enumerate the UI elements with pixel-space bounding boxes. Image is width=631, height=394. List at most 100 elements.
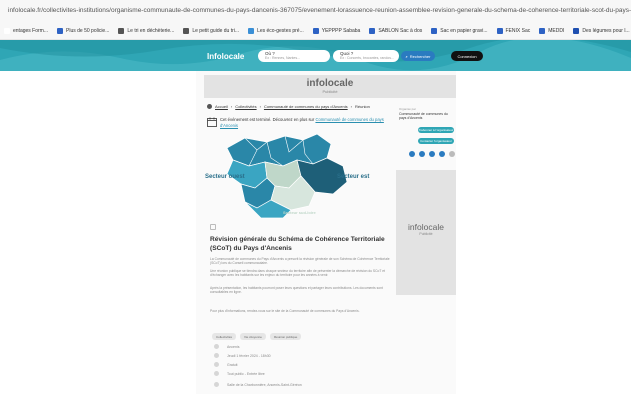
info-date-text: Jeudi 1 février 2024 - 18h30	[227, 353, 271, 358]
bookmark-item[interactable]: MEDDI	[539, 27, 565, 34]
info-venue-text: Salle de la Charbonnière, Ancenis-Saint-…	[227, 382, 302, 387]
what-field[interactable]: Quoi ? Ex : Concerts, brocantes, randos.…	[333, 50, 399, 62]
search-button[interactable]: ⌕ Rechercher	[401, 51, 435, 61]
email-icon[interactable]	[439, 151, 445, 157]
site-logo[interactable]: Infolocale	[207, 52, 244, 61]
bookmark-favicon-icon	[57, 27, 64, 34]
ad-sub: Publicité	[322, 89, 338, 94]
where-field[interactable]: Où ? Ex : Rennes, Nantes...	[258, 50, 330, 62]
breadcrumb-category[interactable]: Collectivités	[235, 104, 256, 109]
search-icon: ⌕	[405, 53, 408, 59]
audience-icon	[214, 371, 219, 376]
info-location-text: Ancenis	[227, 344, 240, 349]
clock-icon	[214, 353, 219, 358]
bookmark-label: SABLON Sac à dos	[378, 27, 423, 34]
event-title: Révision générale du Schéma de Cohérence…	[210, 236, 385, 252]
location-icon	[214, 344, 219, 349]
ad-brand: infolocale	[306, 78, 354, 89]
bookmark-item[interactable]: Le tri en déchèterie...	[118, 27, 175, 34]
breadcrumb-org[interactable]: Communauté de communes du pays d'Ancenis	[264, 104, 348, 109]
notice-text: Cet événement est terminé. Découvrez en …	[220, 117, 316, 122]
article-paragraph: La Communauté de communes du Pays d'Ance…	[210, 257, 390, 266]
linkedin-icon[interactable]	[429, 151, 435, 157]
bookmark-label: YEPPPP Sababa	[321, 27, 361, 34]
tag[interactable]: Collectivités	[212, 333, 237, 340]
share-buttons	[409, 151, 459, 157]
article-paragraph: Après la présentation, les habitants pou…	[210, 286, 383, 295]
print-icon[interactable]	[449, 151, 455, 157]
article-paragraph: Une réunion publique se tiendra dans cha…	[210, 269, 385, 278]
info-audience-text: Tout public - Entrée libre	[227, 371, 265, 376]
bookmark-label: Les éco-gestes pré...	[257, 27, 304, 34]
info-location: Ancenis	[214, 344, 239, 349]
bookmark-label: Sac en papier gravi...	[440, 27, 488, 34]
facebook-icon[interactable]	[409, 151, 415, 157]
bookmark-item[interactable]: Sac en papier gravi...	[431, 27, 488, 34]
bookmark-favicon-icon	[248, 27, 255, 34]
calendar-icon	[207, 117, 217, 127]
organizer-info[interactable]: Organisé par Communauté de communes du p…	[399, 107, 453, 121]
info-venue: Salle de la Charbonnière, Ancenis-Saint-…	[214, 382, 302, 387]
breadcrumb-current: Réunion	[354, 104, 370, 109]
bookmark-label: entages Form...	[13, 27, 49, 34]
connect-button[interactable]: Connexion	[451, 51, 483, 61]
venue-icon	[214, 382, 219, 387]
bookmark-item[interactable]: entages Form...	[4, 27, 49, 34]
bookmark-label: Plus de 50 policie...	[66, 27, 110, 34]
bookmark-item[interactable]: SABLON Sac à dos	[369, 27, 423, 34]
follow-organizer-button[interactable]: S'abonner à l'organisateur	[418, 127, 454, 133]
bookmark-label: Des légumes pour l...	[582, 27, 630, 34]
breadcrumb-separator: ›	[259, 104, 261, 109]
twitter-icon[interactable]	[419, 151, 425, 157]
bookmark-favicon-icon	[539, 27, 546, 34]
bookmarks-bar: entages Form... Plus de 50 policie... Le t…	[0, 22, 631, 40]
home-icon[interactable]	[207, 104, 212, 109]
what-value: Ex : Concerts, brocantes, randos...	[340, 56, 394, 60]
bookmark-item[interactable]: YEPPPP Sababa	[312, 27, 361, 34]
breadcrumb-home[interactable]: Accueil	[215, 104, 228, 109]
bookmark-favicon-icon	[183, 27, 190, 34]
ad-banner[interactable]: infolocale Publicité	[204, 75, 456, 98]
bookmark-label: MEDDI	[548, 27, 565, 34]
contact-organizer-button[interactable]: Contacter l'organisateur	[418, 138, 454, 144]
address-bar[interactable]: infolocale.fr/collectivites-institutions…	[0, 0, 631, 22]
breadcrumb-separator: ›	[350, 104, 352, 109]
side-ad[interactable]: infolocale Publicité	[396, 170, 456, 295]
where-value: Ex : Rennes, Nantes...	[265, 56, 301, 60]
bookmark-item[interactable]: Le petit guide du tri...	[183, 27, 240, 34]
info-price-text: Gratuit	[227, 362, 238, 367]
tag[interactable]: Vie citoyenne	[240, 333, 266, 340]
side-ad-sub: Publicité	[419, 232, 433, 236]
event-image-map: Secteur ouest Secteur est Secteur sud-lo…	[205, 130, 380, 220]
side-ad-brand: infolocale	[408, 222, 444, 232]
bookmark-favicon-icon	[369, 27, 376, 34]
breadcrumb-separator: ›	[230, 104, 233, 109]
bookmark-favicon-icon	[312, 27, 319, 34]
bookmark-favicon-icon	[118, 27, 125, 34]
bookmark-label: Le tri en déchèterie...	[127, 27, 175, 34]
info-price: Gratuit	[214, 362, 238, 367]
bookmark-label: FENIX Sac	[505, 27, 531, 34]
bookmark-item[interactable]: Les éco-gestes pré...	[248, 27, 304, 34]
tag[interactable]: Réunion publique	[269, 333, 302, 340]
bookmark-label: Le petit guide du tri...	[192, 27, 240, 34]
bookmark-favicon-icon	[4, 27, 10, 34]
organizer-name: Communauté de communes du pays d'Ancenis	[399, 111, 448, 121]
tag-list: Collectivités Vie citoyenne Réunion publ…	[212, 333, 305, 340]
map-label-east: Secteur est	[337, 174, 370, 180]
bookmark-favicon-icon	[573, 27, 580, 34]
image-zoom-icon[interactable]	[210, 224, 216, 230]
article-paragraph: Pour plus d'informations, rendez-vous su…	[210, 309, 360, 313]
bookmark-item[interactable]: FENIX Sac	[496, 27, 531, 34]
event-ended-notice: Cet événement est terminé. Découvrez en …	[220, 117, 390, 128]
bookmark-favicon-icon	[496, 27, 503, 34]
info-audience: Tout public - Entrée libre	[214, 371, 265, 376]
search-button-label: Rechercher	[409, 53, 431, 59]
breadcrumb: Accueil › Collectivités › Communauté de …	[207, 104, 373, 109]
bookmark-item[interactable]: Plus de 50 policie...	[57, 27, 110, 34]
bookmark-favicon-icon	[431, 27, 438, 34]
info-date: Jeudi 1 février 2024 - 18h30	[214, 353, 271, 358]
bookmark-item[interactable]: Des légumes pour l...	[573, 27, 630, 34]
price-icon	[214, 362, 219, 367]
map-label-west: Secteur ouest	[205, 174, 245, 180]
